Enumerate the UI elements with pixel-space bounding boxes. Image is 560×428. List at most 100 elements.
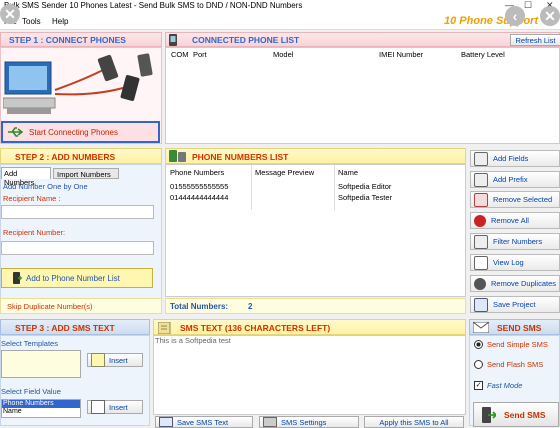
col-model: Model [273,50,294,59]
save-project-label: Save Project [493,300,536,309]
col-port: Port [193,50,207,59]
insert-template-button[interactable]: Insert [87,353,143,367]
fields-icon [474,151,488,166]
add-to-list-label: Add to Phone Number List [26,273,120,283]
send-sms-button[interactable]: Send SMS [473,402,559,427]
step2-header: STEP 2 : ADD NUMBERS [0,148,162,164]
connected-title: CONNECTED PHONE LIST [192,35,300,45]
log-icon [474,255,488,270]
overlay-close-icon[interactable]: ✕ [0,4,20,24]
checkbox-checked-icon: ✓ [474,381,483,390]
filter-icon [474,234,488,249]
remove-all-button[interactable]: Remove All [470,212,560,229]
overlay-back-icon[interactable]: ‹ [505,6,525,26]
send-panel: Send Simple SMS Send Flash SMS ✓ Fast Mo… [469,335,560,427]
sms-text-area[interactable]: This is a Softpedia test [153,335,466,415]
send-sms-label: Send SMS [504,409,546,420]
table-row[interactable]: 01555555555555 Softpedia Editor [166,181,465,192]
field-option-selected[interactable]: Phone Numbers [2,400,80,408]
apply-sms-label: Apply this SMS to All [379,417,449,427]
tab-import-numbers[interactable]: Import Numbers [53,168,119,179]
insert-field-button[interactable]: Insert [87,400,143,414]
total-numbers-value: 2 [248,302,253,311]
title-bar: Bulk SMS Sender 10 Phones Latest - Send … [0,0,560,14]
phone-icon [169,34,177,46]
remove-selected-label: Remove Selected [493,195,553,204]
fast-mode-checkbox[interactable]: ✓ Fast Mode [474,381,522,390]
sms-settings-button[interactable]: SMS Settings [259,416,359,428]
start-connecting-label: Start Connecting Phones [29,127,118,137]
step3-panel: Select Templates Insert Select Field Val… [0,335,150,426]
col-phone-numbers: Phone Numbers [170,168,225,177]
cell-phone: 01444444444444 [170,193,229,202]
phone-list-icon [169,150,186,162]
recipient-number-input[interactable] [1,241,154,255]
table-row[interactable]: 01444444444444 Softpedia Tester [166,192,465,203]
send-sms-icon [482,406,496,423]
add-fields-button[interactable]: Add Fields [470,150,560,167]
usb-icon [8,127,23,137]
connected-phone-grid[interactable]: COM Port Model IMEI Number Battery Level [165,47,560,144]
field-option[interactable]: Name [2,408,80,416]
skip-duplicate-checkbox[interactable]: Skip Duplicate Number(s) [0,298,162,314]
col-battery: Battery Level [461,50,505,59]
add-prefix-label: Add Prefix [493,175,528,184]
send-simple-label: Send Simple SMS [487,340,548,349]
tab-add-numbers[interactable]: Add Numbers [1,167,51,187]
remove-all-icon [474,214,486,227]
phones-illustration [3,53,153,114]
templates-label: Select Templates [1,339,58,348]
field-value-list[interactable]: Phone Numbers Name [1,399,81,418]
cell-name: Softpedia Editor [338,182,392,191]
add-to-list-button[interactable]: Add to Phone Number List [1,268,153,288]
col-message-preview: Message Preview [255,168,315,177]
total-numbers-label: Total Numbers: [170,302,229,311]
insert-template-label: Insert [109,355,128,365]
filter-numbers-label: Filter Numbers [493,237,543,246]
recipient-number-label: Recipient Number: [3,228,66,237]
add-prefix-button[interactable]: Add Prefix [470,171,560,188]
window-title: Bulk SMS Sender 10 Phones Latest - Send … [4,1,303,10]
step1-title: STEP 1 : CONNECT PHONES [9,35,126,45]
cell-phone: 01555555555555 [170,182,229,191]
insert-field-icon [91,400,105,414]
remove-duplicates-label: Remove Duplicates [491,279,557,288]
refresh-list-button[interactable]: Refresh List [510,34,560,46]
step2-panel: Add Numbers Import Numbers Add Number On… [0,164,162,314]
step1-header: STEP 1 : CONNECT PHONES [0,32,162,47]
start-connecting-button[interactable]: Start Connecting Phones [1,121,160,143]
add-fields-label: Add Fields [493,154,529,163]
step2-title: STEP 2 : ADD NUMBERS [15,152,116,162]
send-flash-radio[interactable]: Send Flash SMS [474,360,543,369]
apply-sms-button[interactable]: Apply this SMS to All [364,416,464,428]
total-numbers-bar: Total Numbers: 2 [165,298,466,314]
step1-panel: Start Connecting Phones [0,47,162,144]
save-sms-button[interactable]: Save SMS Text [155,416,253,428]
radio-checked-icon [474,340,483,349]
numbers-title: PHONE NUMBERS LIST [192,152,289,162]
recipient-name-label: Recipient Name : [3,194,61,203]
templates-select[interactable] [1,350,81,378]
col-com: COM [171,50,189,59]
sms-settings-label: SMS Settings [281,417,327,427]
save-icon [474,297,488,312]
maximize-icon[interactable]: ☐ [524,0,532,11]
remove-selected-button[interactable]: Remove Selected [470,191,560,208]
save-project-button[interactable]: Save Project [470,296,560,313]
menu-help[interactable]: Help [52,17,68,26]
remove-duplicates-icon [474,277,486,290]
phone-numbers-grid[interactable]: Phone Numbers Message Preview Name 01555… [165,164,466,297]
skip-duplicate-label: Skip Duplicate Number(s) [7,301,93,311]
col-imei: IMEI Number [379,50,424,59]
menu-tools[interactable]: Tools [22,17,41,26]
view-log-button[interactable]: View Log [470,254,560,271]
remove-duplicates-button[interactable]: Remove Duplicates [470,275,560,292]
view-log-label: View Log [493,258,524,267]
recipient-name-input[interactable] [1,205,154,219]
radio-unchecked-icon [474,360,483,369]
overlay-close-icon-2[interactable]: ✕ [540,6,560,26]
filter-numbers-button[interactable]: Filter Numbers [470,233,560,250]
menu-bar: File Tools Help 10 Phone Support [0,14,560,30]
connected-header: CONNECTED PHONE LIST Refresh List [165,32,560,47]
send-simple-radio[interactable]: Send Simple SMS [474,340,548,349]
